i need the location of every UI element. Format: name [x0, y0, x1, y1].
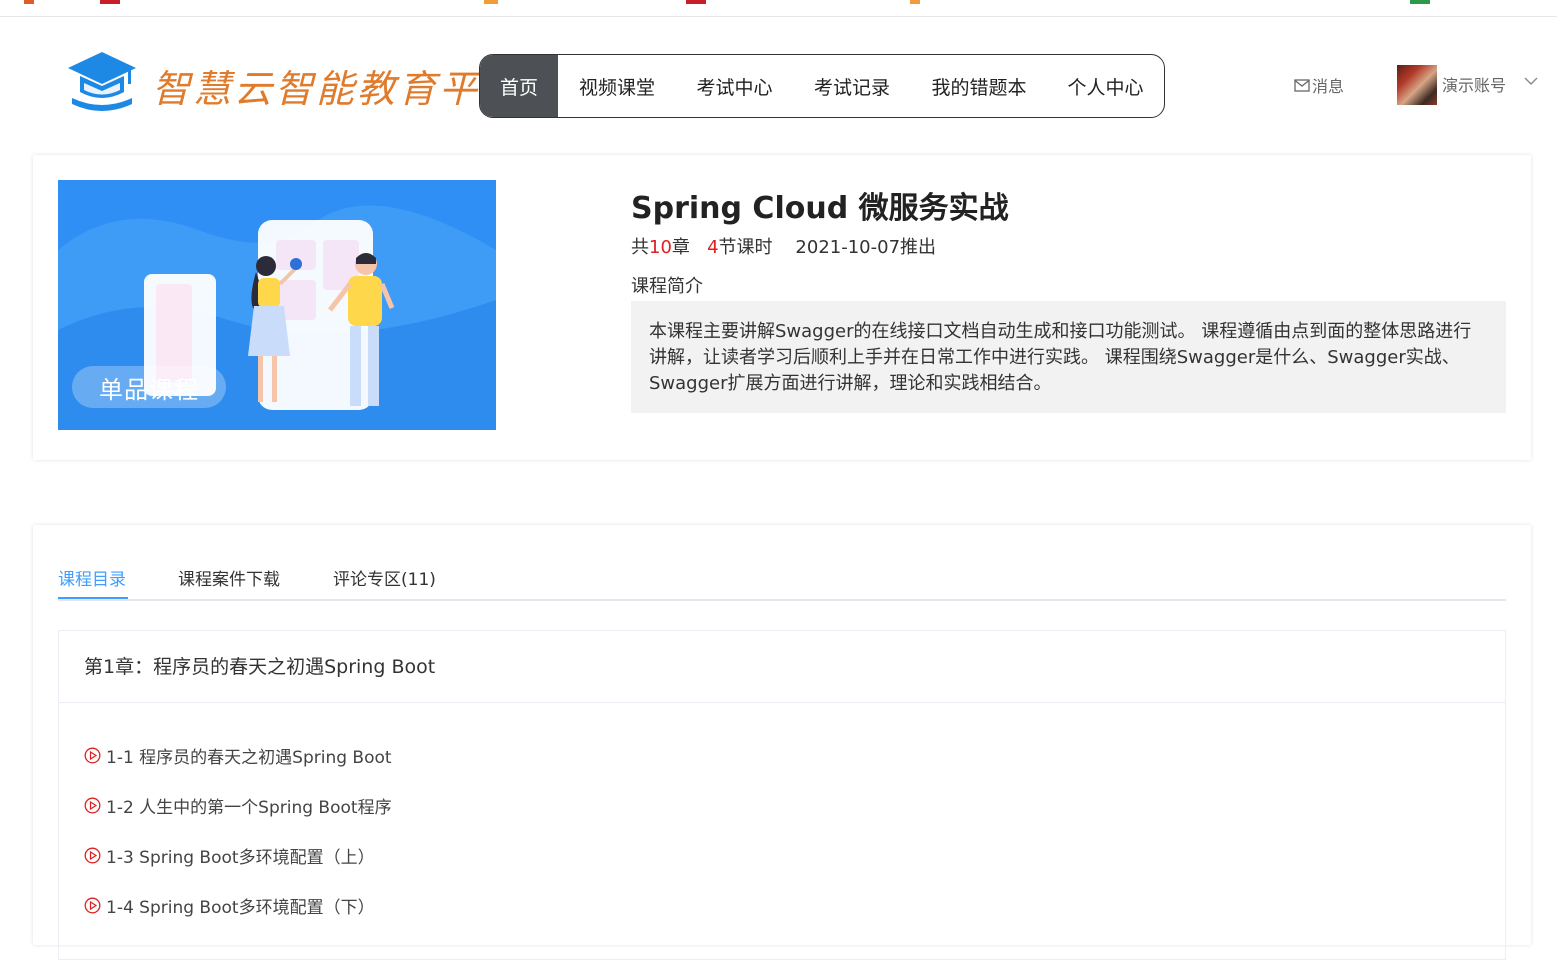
lesson-unit: 节课时 — [718, 237, 773, 258]
nav-video-classroom[interactable]: 视频课堂 — [558, 55, 676, 117]
chapter-unit: 章 — [671, 237, 690, 258]
lesson-item[interactable]: 1-3 Spring Boot多环境配置（上） — [84, 843, 375, 868]
chevron-down-icon[interactable] — [1524, 76, 1538, 86]
meta-prefix: 共 — [631, 237, 649, 258]
nav-personal-center[interactable]: 个人中心 — [1047, 55, 1164, 117]
logo-text: 智慧云智能教育平台 — [152, 67, 522, 111]
intro-label: 课程简介 — [631, 276, 703, 297]
course-content-section: 课程目录 课程案件下载 评论专区(11) 第1章：程序员的春天之初遇Spring… — [33, 525, 1531, 960]
lesson-item[interactable]: 1-4 Spring Boot多环境配置（下） — [84, 893, 375, 918]
lesson-title: 1-3 Spring Boot多环境配置（上） — [106, 848, 375, 868]
tab-case-download[interactable]: 课程案件下载 — [178, 565, 280, 590]
main-nav: 首页 视频课堂 考试中心 考试记录 我的错题本 个人中心 — [479, 54, 1165, 118]
nav-home[interactable]: 首页 — [480, 55, 558, 117]
messages-label: 消息 — [1312, 77, 1345, 96]
avatar[interactable] — [1397, 65, 1437, 105]
nav-exam-center[interactable]: 考试中心 — [676, 55, 793, 117]
chapter-count: 10 — [649, 237, 672, 258]
nav-exam-records[interactable]: 考试记录 — [793, 55, 911, 117]
envelope-icon — [1294, 78, 1310, 92]
lesson-title: 1-1 程序员的春天之初遇Spring Boot — [106, 748, 392, 768]
nav-wrong-questions[interactable]: 我的错题本 — [911, 55, 1047, 117]
tab-comments[interactable]: 评论专区(11) — [333, 565, 436, 590]
play-circle-icon — [84, 747, 101, 764]
bookmark-strip — [0, 0, 1557, 17]
course-info-card: 单品课程 Spring Cloud 微服务实战 共10章 4节课时 2021-1… — [33, 155, 1531, 460]
active-tab-indicator — [58, 597, 128, 599]
lesson-item[interactable]: 1-1 程序员的春天之初遇Spring Boot — [84, 743, 392, 768]
play-circle-icon — [84, 897, 101, 914]
user-name[interactable]: 演示账号 — [1442, 72, 1506, 96]
lesson-title: 1-2 人生中的第一个Spring Boot程序 — [106, 798, 392, 818]
course-cover-image: 单品课程 — [58, 180, 496, 430]
course-meta: 共10章 4节课时 2021-10-07推出 — [631, 233, 936, 259]
play-circle-icon — [84, 797, 101, 814]
content-tabs: 课程目录 课程案件下载 评论专区(11) — [58, 561, 1506, 601]
lesson-title: 1-4 Spring Boot多环境配置（下） — [106, 898, 375, 918]
course-title: Spring Cloud 微服务实战 — [631, 191, 1009, 226]
tab-catalog[interactable]: 课程目录 — [58, 565, 126, 590]
chapter-panel: 第1章：程序员的春天之初遇Spring Boot 1-1 程序员的春天之初遇Sp… — [58, 630, 1506, 960]
lesson-count: 4 — [707, 237, 719, 258]
messages-link[interactable]: 消息 — [1294, 73, 1344, 97]
lesson-item[interactable]: 1-2 人生中的第一个Spring Boot程序 — [84, 793, 392, 818]
intro-text: 本课程主要讲解Swagger的在线接口文档自动生成和接口功能测试。 课程遵循由点… — [631, 301, 1506, 413]
platform-logo[interactable]: 智慧云智能教育平台 — [66, 50, 518, 116]
chapter-title[interactable]: 第1章：程序员的春天之初遇Spring Boot — [59, 631, 1505, 703]
play-circle-icon — [84, 847, 101, 864]
cover-badge: 单品课程 — [72, 366, 226, 408]
graduation-cap-icon — [68, 52, 136, 111]
release-date: 2021-10-07推出 — [795, 237, 937, 258]
